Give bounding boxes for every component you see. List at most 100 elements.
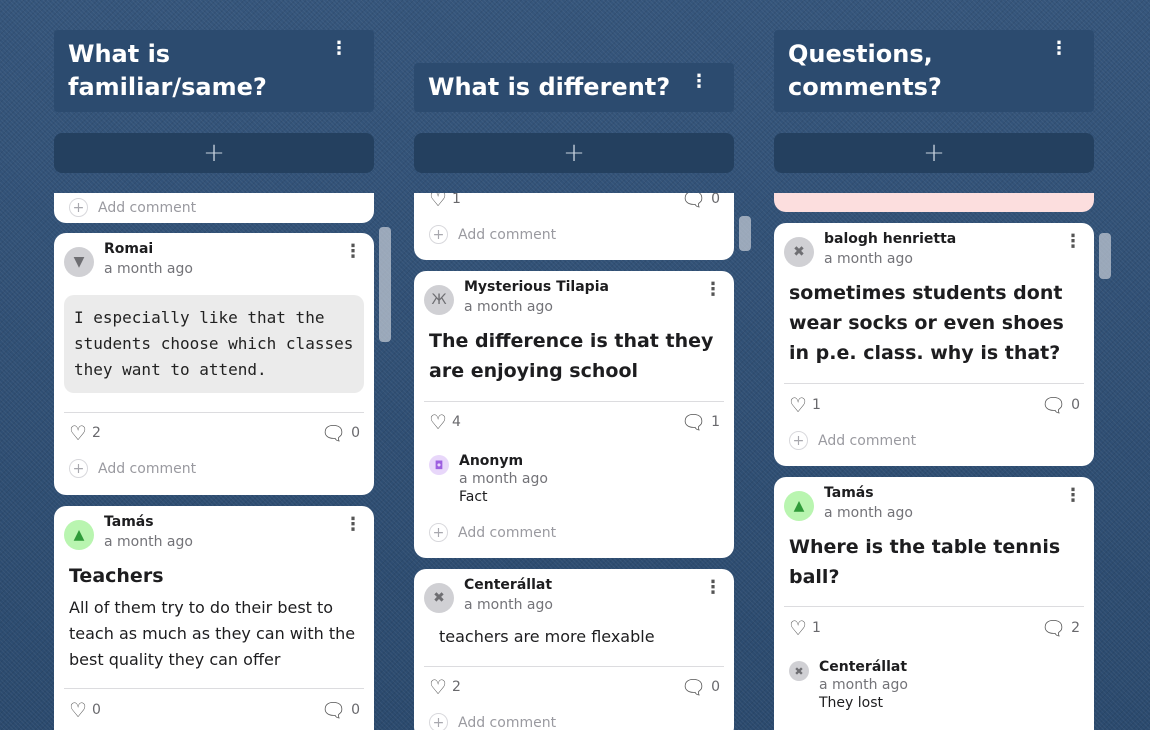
reply: ◘ Anonym a month ago Fact [429, 453, 719, 509]
column-header: What is different? ⋮ [414, 63, 734, 112]
post-card[interactable]: ✖ Centerállat a month ago ⋮ teachers are… [414, 569, 734, 730]
comment-count: 0 [351, 425, 360, 441]
post-time: a month ago [824, 251, 913, 267]
like-button[interactable]: ♡ 1 [789, 395, 821, 415]
add-post-button[interactable]: + [54, 133, 374, 173]
like-count: 2 [451, 679, 461, 695]
column-posts[interactable]: ♡ 1 🗨 0 + Add comment Ж Mysterious Tilap… [414, 193, 734, 730]
like-button[interactable]: ♡ 1 [429, 193, 461, 209]
divider [784, 383, 1084, 384]
comment-count: 1 [711, 414, 720, 430]
post-title: Where is the table tennis ball? [789, 536, 1061, 588]
avatar: ▲ [784, 491, 814, 521]
heart-icon: ♡ [429, 675, 447, 699]
more-vertical-icon[interactable]: ⋮ [704, 579, 722, 597]
add-comment-button[interactable]: + Add comment [429, 225, 556, 244]
add-comment-label: Add comment [458, 524, 557, 541]
more-vertical-icon[interactable]: ⋮ [344, 516, 362, 534]
post-time: a month ago [464, 299, 553, 315]
post-title: sometimes students dont wear socks or ev… [789, 282, 1064, 364]
divider [784, 606, 1084, 607]
like-button[interactable]: ♡ 2 [69, 423, 101, 443]
reply-time: a month ago [819, 677, 908, 693]
comment-count: 0 [351, 702, 360, 718]
reply-time: a month ago [459, 471, 548, 487]
post-card[interactable]: ▼ Romai a month ago ⋮ I especially like … [54, 233, 374, 495]
like-count: 0 [91, 702, 101, 718]
comment-button[interactable]: 🗨 2 [1041, 618, 1080, 638]
post-card[interactable]: ♡ 1 🗨 0 + Add comment [414, 193, 734, 260]
comment-button[interactable]: 🗨 0 [681, 193, 720, 209]
more-vertical-icon[interactable]: ⋮ [1064, 233, 1082, 251]
more-vertical-icon[interactable]: ⋮ [704, 281, 722, 299]
comment-button[interactable]: 🗨 0 [681, 677, 720, 697]
divider [64, 412, 364, 413]
post-time: a month ago [104, 261, 193, 277]
like-button[interactable]: ♡ 2 [429, 677, 461, 697]
author-name: Tamás [824, 485, 874, 501]
add-comment-label: Add comment [98, 199, 197, 216]
add-post-button[interactable]: + [414, 133, 734, 173]
post-card[interactable]: Ж Mysterious Tilapia a month ago ⋮ The d… [414, 271, 734, 558]
plus-icon: + [429, 523, 448, 542]
add-comment-button[interactable]: + Add comment [789, 431, 916, 450]
comment-button[interactable]: 🗨 0 [321, 700, 360, 720]
reply-author: Centerállat [819, 659, 908, 675]
add-comment-label: Add comment [818, 432, 917, 449]
avatar: ✖ [424, 583, 454, 613]
more-vertical-icon[interactable]: ⋮ [344, 243, 362, 261]
comment-count: 2 [1071, 620, 1080, 636]
post-card[interactable]: ▲ Tamás a month ago ⋮ Where is the table… [774, 477, 1094, 730]
post-time: a month ago [104, 534, 193, 550]
plus-icon: + [69, 198, 88, 217]
reply-text: They lost [819, 695, 884, 711]
post-time: a month ago [824, 505, 913, 521]
column-familiar: What is familiar/same? ⋮ + + Add comment… [54, 0, 391, 730]
reply-author: Anonym [459, 453, 524, 469]
plus-icon: + [429, 225, 448, 244]
plus-icon: + [69, 459, 88, 478]
comment-bubble-icon: 🗨 [680, 410, 707, 434]
comment-button[interactable]: 🗨 1 [681, 412, 720, 432]
add-comment-button[interactable]: + Add comment [429, 523, 556, 542]
column-posts[interactable]: + Add comment ▼ Romai a month ago ⋮ I es… [54, 193, 374, 730]
comment-bubble-icon: 🗨 [320, 421, 347, 445]
like-count: 2 [91, 425, 101, 441]
like-button[interactable]: ♡ 0 [69, 700, 101, 720]
post-title: The difference is that they are enjoying… [429, 330, 714, 382]
column-scrollbar[interactable] [739, 216, 751, 251]
post-card[interactable]: ✖ balogh henrietta a month ago ⋮ sometim… [774, 223, 1094, 466]
more-vertical-icon[interactable]: ⋮ [330, 40, 348, 58]
post-title: Teachers [69, 565, 164, 587]
add-post-button[interactable]: + [774, 133, 1094, 173]
more-vertical-icon[interactable]: ⋮ [1064, 487, 1082, 505]
avatar: ▲ [64, 520, 94, 550]
more-vertical-icon[interactable]: ⋮ [690, 73, 708, 91]
add-comment-button[interactable]: + Add comment [429, 713, 556, 730]
add-comment-button[interactable]: + Add comment [69, 459, 196, 478]
post-card[interactable] [774, 193, 1094, 212]
avatar: ▼ [64, 247, 94, 277]
post-card[interactable]: ▲ Tamás a month ago ⋮ Teachers All of th… [54, 506, 374, 730]
column-header: Questions, comments? ⋮ [774, 30, 1094, 112]
like-button[interactable]: ♡ 1 [789, 618, 821, 638]
comment-button[interactable]: 🗨 0 [1041, 395, 1080, 415]
like-count: 4 [451, 414, 461, 430]
comment-button[interactable]: 🗨 0 [321, 423, 360, 443]
column-scrollbar[interactable] [379, 227, 391, 342]
column-scrollbar[interactable] [1099, 233, 1111, 279]
column-posts[interactable]: ✖ balogh henrietta a month ago ⋮ sometim… [774, 193, 1094, 730]
comment-count: 0 [711, 193, 720, 207]
post-quote: I especially like that the students choo… [64, 295, 364, 393]
add-comment-button[interactable]: + Add comment [69, 198, 196, 217]
more-vertical-icon[interactable]: ⋮ [1050, 40, 1068, 58]
post-card[interactable]: + Add comment [54, 193, 374, 223]
like-count: 1 [811, 397, 821, 413]
like-button[interactable]: ♡ 4 [429, 412, 461, 432]
plus-icon: + [789, 431, 808, 450]
divider [64, 688, 364, 689]
reply-text: Fact [459, 489, 488, 505]
comment-bubble-icon: 🗨 [680, 193, 707, 211]
heart-icon: ♡ [69, 698, 87, 722]
post-body: All of them try to do their best to teac… [69, 598, 356, 669]
